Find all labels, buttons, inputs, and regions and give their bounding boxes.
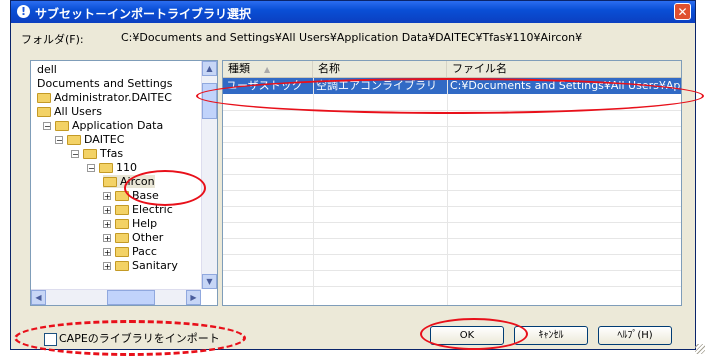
folder-icon <box>99 163 113 173</box>
tree-item-label: Administrator.DAITEC <box>54 91 172 104</box>
folder-label: フォルダ(F): <box>21 33 84 46</box>
tree-item-label: 110 <box>116 161 137 174</box>
tree-item-label: Application Data <box>72 119 164 132</box>
tree-item[interactable]: − Application Data <box>43 119 163 132</box>
grid-line <box>223 142 681 143</box>
expand-icon[interactable]: + <box>103 220 111 229</box>
grid-line <box>223 286 681 287</box>
list-header: 種類 ▲ 名称 ファイル名 <box>223 61 681 78</box>
column-label: 名称 <box>318 62 340 75</box>
folder-icon <box>115 233 129 243</box>
scroll-right-icon[interactable]: ▶ <box>186 290 201 305</box>
help-button[interactable]: ﾍﾙﾌﾟ(H) <box>598 326 672 345</box>
collapse-icon[interactable]: − <box>87 164 95 173</box>
grid-line <box>223 174 681 175</box>
expand-icon[interactable]: + <box>103 234 111 243</box>
grid-line <box>223 238 681 239</box>
collapse-icon[interactable]: − <box>71 150 79 159</box>
tree-item[interactable]: dell <box>37 63 57 76</box>
annotation-ellipse-ok <box>420 318 528 350</box>
folder-icon <box>115 261 129 271</box>
tree-item-label: Help <box>132 217 158 230</box>
window-title: サブセット－インポートライブラリ選択 <box>35 7 252 21</box>
tree-item[interactable]: + Other <box>103 231 163 244</box>
folder-icon <box>83 149 97 159</box>
folder-path: C:¥Documents and Settings¥All Users¥Appl… <box>121 31 583 44</box>
folder-icon <box>37 93 51 103</box>
resize-grip-icon[interactable] <box>695 344 705 354</box>
info-icon: ! <box>17 5 30 18</box>
sort-asc-icon: ▲ <box>264 65 271 74</box>
tree-item-label: Tfas <box>100 147 124 160</box>
tree-item-label: Other <box>132 231 164 244</box>
tree-item-label: Sanitary <box>132 259 178 272</box>
folder-icon <box>115 205 129 215</box>
scroll-thumb[interactable] <box>107 290 155 305</box>
tree-item-label: dell <box>37 63 57 76</box>
tree-item[interactable]: Administrator.DAITEC <box>37 91 172 104</box>
expand-icon[interactable]: + <box>103 248 111 257</box>
tree-item[interactable]: − DAITEC <box>55 133 124 146</box>
grid-line <box>223 158 681 159</box>
collapse-icon[interactable]: − <box>43 122 51 131</box>
annotation-ellipse-aircon <box>124 170 206 206</box>
tree-horizontal-scrollbar[interactable]: ◀ ▶ <box>31 289 201 305</box>
tree-item[interactable]: + Sanitary <box>103 259 178 272</box>
tree-item[interactable]: + Help <box>103 217 157 230</box>
scroll-left-icon[interactable]: ◀ <box>31 290 46 305</box>
column-file[interactable]: ファイル名 <box>447 61 681 77</box>
annotation-ellipse-checkbox <box>14 320 246 356</box>
expand-icon[interactable]: + <box>103 262 111 271</box>
tree-item-label: All Users <box>54 105 102 118</box>
tree-item-label: Pacc <box>132 245 157 258</box>
expand-icon[interactable]: + <box>103 206 111 215</box>
folder-icon <box>115 247 129 257</box>
grid-line <box>223 126 681 127</box>
grid-line <box>223 254 681 255</box>
grid-line <box>223 206 681 207</box>
grid-line <box>223 222 681 223</box>
scroll-down-icon[interactable]: ▼ <box>202 274 217 289</box>
tree-item-label: DAITEC <box>84 133 125 146</box>
tree-item[interactable]: All Users <box>37 105 102 118</box>
tree-item[interactable]: + Pacc <box>103 245 157 258</box>
folder-icon <box>37 107 51 117</box>
folder-row: フォルダ(F): C:¥Documents and Settings¥All U… <box>21 31 582 47</box>
scroll-up-icon[interactable]: ▲ <box>202 61 217 76</box>
tree-item[interactable]: − Tfas <box>71 147 123 160</box>
annotation-ellipse-row <box>196 78 704 114</box>
expand-icon[interactable]: + <box>103 192 111 201</box>
grid-line <box>223 190 681 191</box>
title-bar[interactable]: ! サブセット－インポートライブラリ選択 ✕ <box>11 1 695 23</box>
column-label: 種類 <box>228 62 250 75</box>
folder-icon <box>115 219 129 229</box>
tree-item[interactable]: Documents and Settings <box>37 77 173 90</box>
folder-icon <box>67 135 81 145</box>
folder-icon <box>55 121 69 131</box>
close-button[interactable]: ✕ <box>674 3 691 20</box>
grid-line <box>223 270 681 271</box>
collapse-icon[interactable]: − <box>55 136 63 145</box>
column-type[interactable]: 種類 ▲ <box>223 61 313 77</box>
folder-icon <box>103 177 117 187</box>
column-label: ファイル名 <box>452 62 507 75</box>
tree-item[interactable]: − 110 <box>87 161 137 174</box>
tree-item-label: Documents and Settings <box>37 77 173 90</box>
column-name[interactable]: 名称 <box>313 61 447 77</box>
